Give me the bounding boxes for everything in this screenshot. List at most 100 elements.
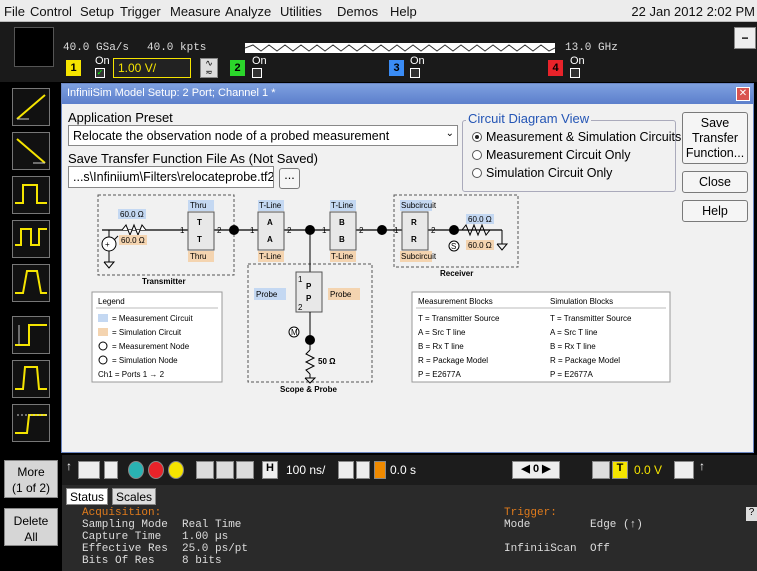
more-button[interactable]: More (1 of 2) xyxy=(4,460,58,498)
channel-3-checkbox[interactable] xyxy=(410,68,420,78)
display-icon[interactable] xyxy=(196,461,214,479)
block-label-bottom: T-Line xyxy=(259,252,282,261)
radio-meas-only[interactable]: Measurement Circuit Only xyxy=(472,148,631,162)
resistor-label: 60.0 Ω xyxy=(120,210,144,219)
minimize-button[interactable]: − xyxy=(734,27,756,49)
menu-demos[interactable]: Demos xyxy=(337,4,378,19)
menu-file[interactable]: File xyxy=(4,4,25,19)
run-status-box[interactable] xyxy=(14,27,54,67)
channel-4-chip[interactable]: 4 xyxy=(548,60,563,76)
menu-utilities[interactable]: Utilities xyxy=(280,4,322,19)
receiver-label: Receiver xyxy=(440,269,473,278)
trigger-header: Trigger: xyxy=(504,507,557,519)
measurement-node xyxy=(377,225,387,235)
amplitude-icon[interactable] xyxy=(12,316,50,354)
status-value: 8 bits xyxy=(182,555,222,567)
menu-help[interactable]: Help xyxy=(390,4,417,19)
tab-scales[interactable]: Scales xyxy=(112,488,157,505)
legend-title: Legend xyxy=(98,297,125,306)
channel-4-checkbox[interactable] xyxy=(570,68,580,78)
date-time: 22 Jan 2012 2:02 PM xyxy=(631,4,755,19)
sim-blocks-title: Simulation Blocks xyxy=(550,297,613,306)
preset-select[interactable]: Relocate the observation node of a probe… xyxy=(68,125,458,146)
cyan-marker-icon[interactable] xyxy=(128,461,144,479)
menu-analyze[interactable]: Analyze xyxy=(225,4,271,19)
delay-value[interactable]: 0.0 s xyxy=(390,463,416,477)
navigation-control[interactable]: ◀ 0 ▶ xyxy=(512,461,560,479)
trigger-channel-chip[interactable]: T xyxy=(612,461,628,479)
trigger-setup-icon[interactable] xyxy=(592,461,610,479)
block-label-top: Subcircuit xyxy=(401,201,437,210)
legend-item: = Simulation Node xyxy=(112,356,178,365)
channel-1-chip[interactable]: 1 xyxy=(66,60,81,76)
trigger-level-stepper[interactable] xyxy=(674,461,694,479)
radio-meas-sim[interactable]: Measurement & Simulation Circuits xyxy=(472,130,681,144)
rising-edge-icon[interactable] xyxy=(12,88,50,126)
measurement-node-icon xyxy=(98,341,108,351)
svg-text:R: R xyxy=(411,218,417,227)
menu-trigger[interactable]: Trigger xyxy=(120,4,161,19)
rise-time-icon[interactable] xyxy=(12,264,50,302)
help-icon[interactable]: ? xyxy=(746,507,757,521)
block-label-bottom: T-Line xyxy=(331,252,354,261)
pulse-width-icon[interactable] xyxy=(12,176,50,214)
resistor-icon xyxy=(304,349,316,375)
dialog-close-icon[interactable]: ✕ xyxy=(736,87,750,101)
status-key: Sampling Mode xyxy=(82,519,168,531)
menu-measure[interactable]: Measure xyxy=(170,4,221,19)
tab-status[interactable]: Status xyxy=(66,488,109,505)
status-value: 25.0 ps/pt xyxy=(182,543,249,555)
resistor-label: 60.0 Ω xyxy=(468,215,492,224)
menu-setup[interactable]: Setup xyxy=(80,4,114,19)
zoom-toggle[interactable] xyxy=(104,461,118,479)
legend-item: Ch1 = Ports 1 → 2 xyxy=(98,370,165,379)
channel-2-checkbox[interactable] xyxy=(252,68,262,78)
ground-icon xyxy=(103,261,116,269)
delete-all-button[interactable]: Delete All xyxy=(4,508,58,546)
channel-1-checkbox[interactable]: ✓ xyxy=(95,68,105,78)
browse-button[interactable]: ... xyxy=(279,168,300,189)
delay-mode-icon[interactable] xyxy=(338,461,354,479)
svg-text:1: 1 xyxy=(322,226,327,235)
menu-control[interactable]: Control xyxy=(30,4,72,19)
horizontal-icon[interactable]: H xyxy=(262,461,278,479)
delay-mode-icon-2[interactable] xyxy=(356,461,370,479)
trigger-position-icon[interactable] xyxy=(374,461,386,479)
zoom-stepper[interactable] xyxy=(78,461,100,479)
pulse-measure-icon[interactable] xyxy=(12,360,50,398)
legend-item: = Measurement Circuit xyxy=(112,314,193,323)
radio-icon xyxy=(472,150,482,160)
yellow-marker-icon[interactable] xyxy=(168,461,184,479)
coupling-icon[interactable]: ∿ ≂ xyxy=(200,58,218,78)
print-icon[interactable] xyxy=(216,461,234,479)
trigger-level-value[interactable]: 0.0 V xyxy=(634,463,662,477)
meas-blocks-title: Measurement Blocks xyxy=(418,297,493,306)
period-icon[interactable] xyxy=(12,220,50,258)
channel-3-chip[interactable]: 3 xyxy=(389,60,404,76)
acquisition-header: Acquisition: xyxy=(82,507,162,519)
svg-text:R: R xyxy=(411,235,417,244)
radio-selected-icon xyxy=(472,132,482,142)
timebase-value[interactable]: 100 ns/ xyxy=(286,463,325,477)
svg-text:P: P xyxy=(306,282,312,291)
red-marker-icon[interactable] xyxy=(148,461,164,479)
svg-text:1: 1 xyxy=(394,226,399,235)
channel-1-scale[interactable]: 1.00 V/ xyxy=(113,58,191,78)
channel-2-chip[interactable]: 2 xyxy=(230,60,245,76)
sim-block-row: A = Src T line xyxy=(550,328,598,337)
save-path-field[interactable]: ...s\Infiniium\Filters\relocateprobe.tf2 xyxy=(68,166,274,188)
close-button[interactable]: Close xyxy=(682,171,748,193)
left-toolbar: More (1 of 2) Delete All xyxy=(0,82,62,571)
falling-edge-icon[interactable] xyxy=(12,132,50,170)
help-button[interactable]: Help xyxy=(682,200,748,222)
measurement-node xyxy=(449,225,459,235)
overshoot-icon[interactable] xyxy=(12,404,50,442)
radio-sim-only[interactable]: Simulation Circuit Only xyxy=(472,166,612,180)
brightness-icon[interactable] xyxy=(236,461,254,479)
measurement-node xyxy=(305,335,315,345)
channel-4-on-label: On xyxy=(570,55,585,67)
svg-text:S: S xyxy=(451,242,456,251)
svg-text:2: 2 xyxy=(298,303,303,312)
save-transfer-function-button[interactable]: Save Transfer Function... xyxy=(682,112,748,164)
svg-text:+: + xyxy=(105,240,110,249)
